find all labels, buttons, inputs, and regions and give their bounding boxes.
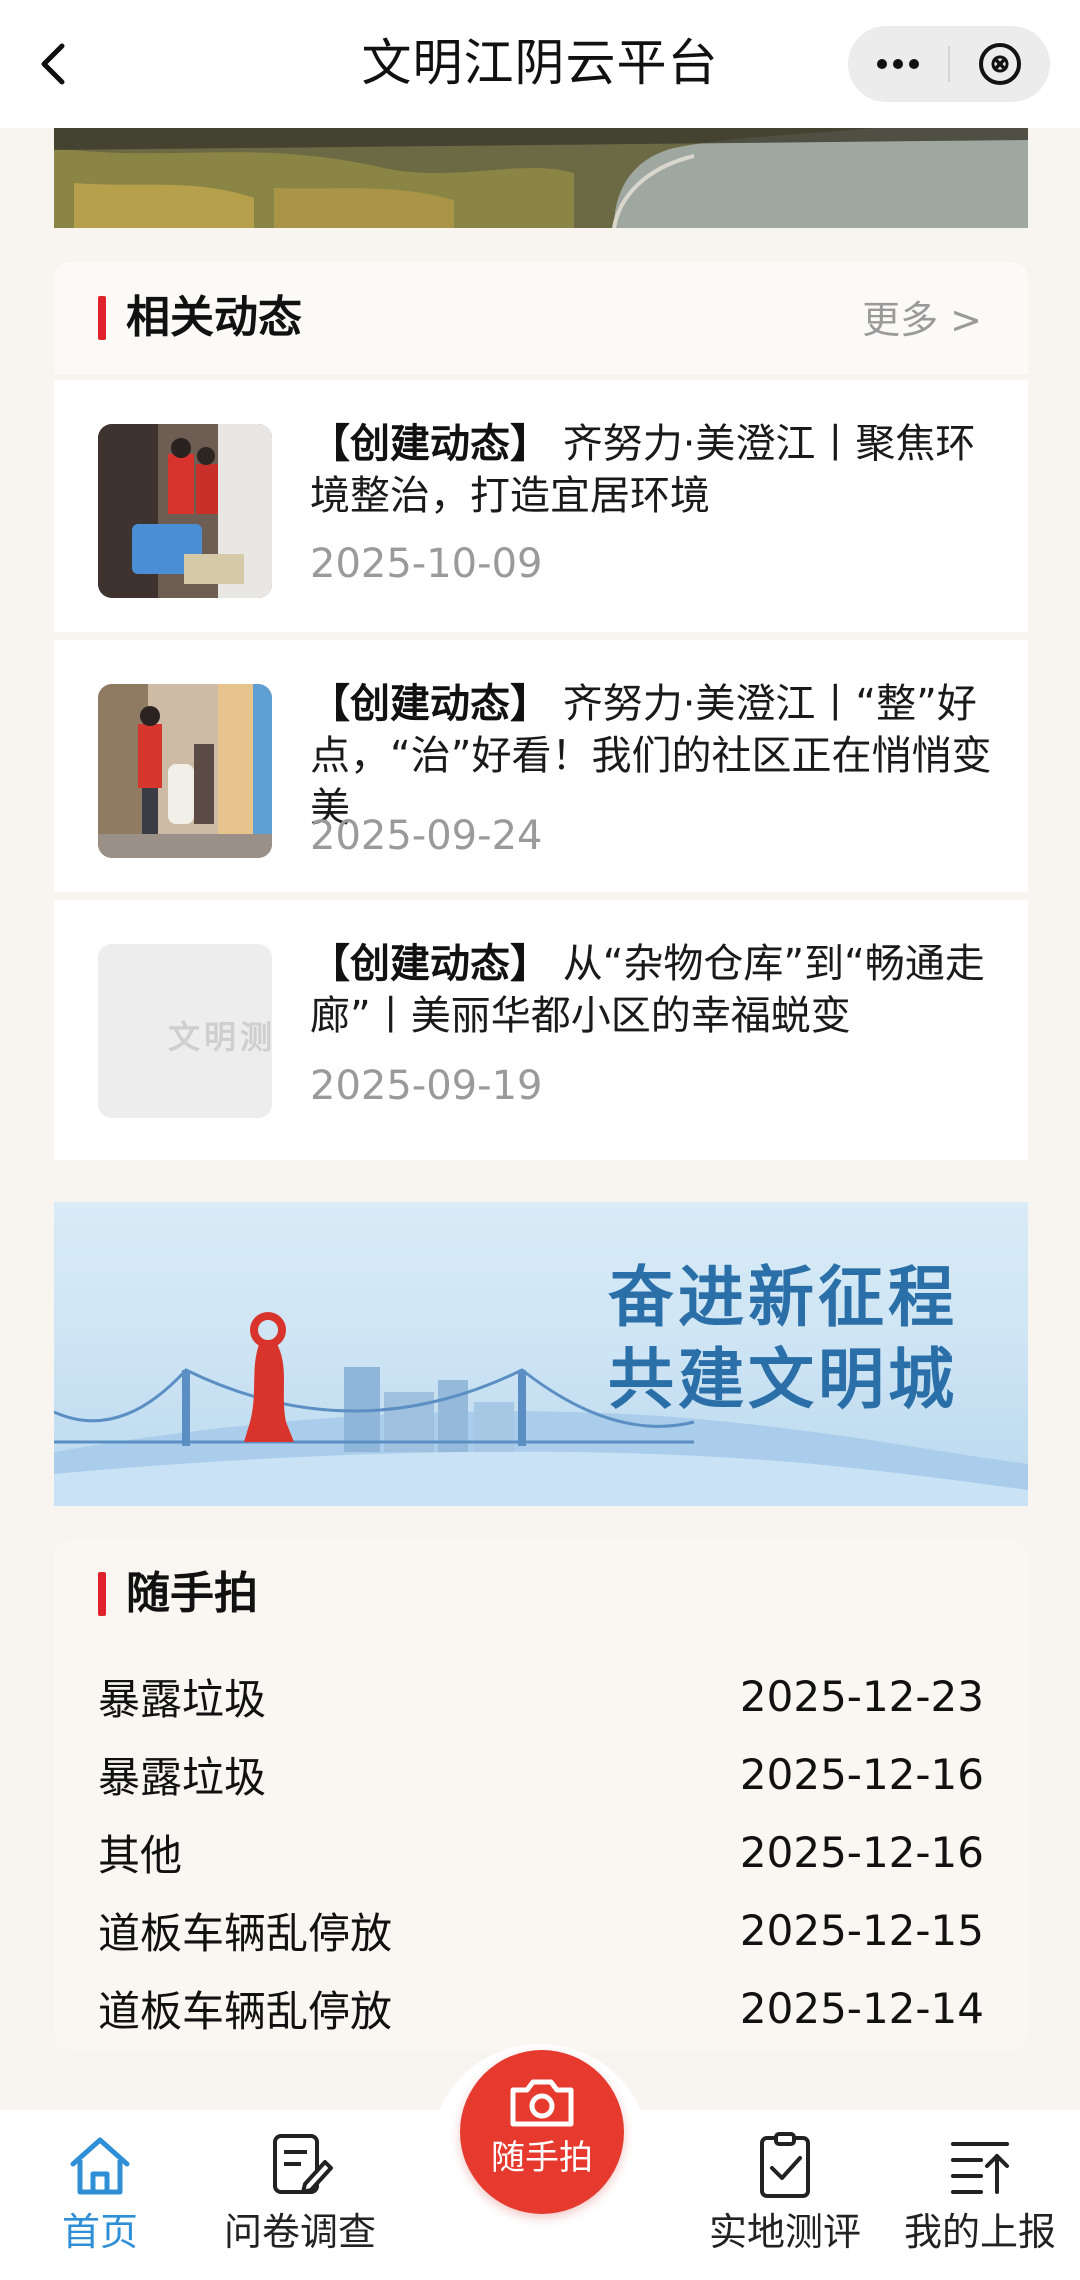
page: 文明江阴云平台 相关动态 更多 > 【创建动态】 齐努力·美澄江丨聚焦环境整治，…: [0, 0, 1080, 2280]
news-photo-community-cleanup: [98, 684, 272, 858]
top-bar: 文明江阴云平台: [0, 0, 1080, 128]
news-item[interactable]: 文明测 【创建动态】 从“杂物仓库”到“畅通走廊”丨美丽华都小区的幸福蜕变 20…: [54, 900, 1028, 1160]
snapshot-date: 2025-12-16: [739, 1827, 984, 1877]
news-date: 2025-10-09: [310, 541, 543, 587]
tab-label: 问卷调查: [223, 2210, 376, 2254]
close-button[interactable]: [950, 26, 1050, 102]
snapshot-category: 暴露垃圾: [98, 1752, 267, 1802]
tab-field-evaluation[interactable]: 实地测评: [700, 2130, 870, 2270]
news-date: 2025-09-19: [310, 1063, 543, 1109]
snapshot-row[interactable]: 道板车辆乱停放 2025-12-15: [98, 1900, 984, 1960]
camera-report-button[interactable]: 随手拍: [460, 2050, 624, 2214]
snapshot-category: 暴露垃圾: [98, 1674, 267, 1724]
snapshot-row[interactable]: 其他 2025-12-16: [98, 1822, 984, 1882]
news-date: 2025-09-24: [310, 813, 543, 859]
clipboard-check-icon: [760, 2132, 810, 2198]
news-tag: 【创建动态】: [310, 941, 550, 987]
snapshot-section-title: 随手拍: [126, 1568, 258, 1619]
tab-survey[interactable]: 问卷调查: [200, 2130, 400, 2270]
snapshot-row[interactable]: 道板车辆乱停放 2025-12-14: [98, 1978, 984, 2038]
news-thumbnail: [98, 424, 272, 598]
promo-banner[interactable]: 奋进新征程 共建文明城: [54, 1202, 1028, 1506]
home-icon: [70, 2137, 130, 2195]
news-tag: 【创建动态】: [310, 681, 550, 727]
snapshot-category: 道板车辆乱停放: [98, 1908, 393, 1958]
section-marker: [98, 1572, 106, 1616]
tab-home[interactable]: 首页: [20, 2130, 180, 2270]
thumbnail-watermark: 文明测: [168, 1018, 272, 1056]
snapshot-category: 道板车辆乱停放: [98, 1986, 393, 2036]
snapshot-date: 2025-12-14: [739, 1983, 984, 2033]
news-item[interactable]: 【创建动态】 齐努力·美澄江丨“整”好点，“治”好看！我们的社区正在悄悄变美 2…: [54, 640, 1028, 892]
snapshot-date: 2025-12-23: [739, 1671, 984, 1721]
hero-landscape-illustration: [54, 128, 1028, 228]
camera-icon: [510, 2079, 574, 2127]
hero-image[interactable]: [54, 128, 1028, 228]
news-tag: 【创建动态】: [310, 421, 550, 467]
edit-document-icon: [273, 2134, 333, 2194]
news-section-title: 相关动态: [126, 292, 302, 343]
tab-label: 我的上报: [903, 2210, 1056, 2254]
news-thumbnail: [98, 684, 272, 858]
snapshot-category: 其他: [98, 1830, 183, 1880]
more-dots-icon: [877, 59, 919, 69]
news-headline: 【创建动态】 从“杂物仓库”到“畅通走廊”丨美丽华都小区的幸福蜕变: [310, 938, 1000, 1042]
section-marker: [98, 296, 106, 340]
tab-label: 首页: [61, 2210, 138, 2254]
news-section-header: 相关动态 更多 >: [54, 262, 1028, 374]
news-item[interactable]: 【创建动态】 齐努力·美澄江丨聚焦环境整治，打造宜居环境 2025-10-09: [54, 380, 1028, 632]
news-photo-volunteers-cleaning: [98, 424, 272, 598]
mini-program-capsule: [848, 26, 1050, 102]
snapshot-date: 2025-12-15: [739, 1905, 984, 1955]
snapshot-section: 随手拍 暴露垃圾 2025-12-23 暴露垃圾 2025-12-16 其他 2…: [54, 1540, 1028, 2050]
snapshot-row[interactable]: 暴露垃圾 2025-12-23: [98, 1666, 984, 1726]
more-news-link[interactable]: 更多 >: [862, 292, 982, 348]
more-button[interactable]: [848, 26, 948, 102]
close-circle-icon: [979, 43, 1021, 85]
camera-button-label: 随手拍: [491, 2138, 593, 2178]
tab-my-reports[interactable]: 我的上报: [890, 2130, 1070, 2270]
snapshot-date: 2025-12-16: [739, 1749, 984, 1799]
news-thumbnail-placeholder: 文明测: [98, 944, 272, 1118]
sort-upload-icon: [951, 2142, 1009, 2194]
banner-headline-2: 共建文明城: [608, 1340, 958, 1418]
snapshot-row[interactable]: 暴露垃圾 2025-12-16: [98, 1744, 984, 1804]
news-headline: 【创建动态】 齐努力·美澄江丨聚焦环境整治，打造宜居环境: [310, 418, 1000, 522]
tab-label: 实地测评: [708, 2210, 861, 2254]
